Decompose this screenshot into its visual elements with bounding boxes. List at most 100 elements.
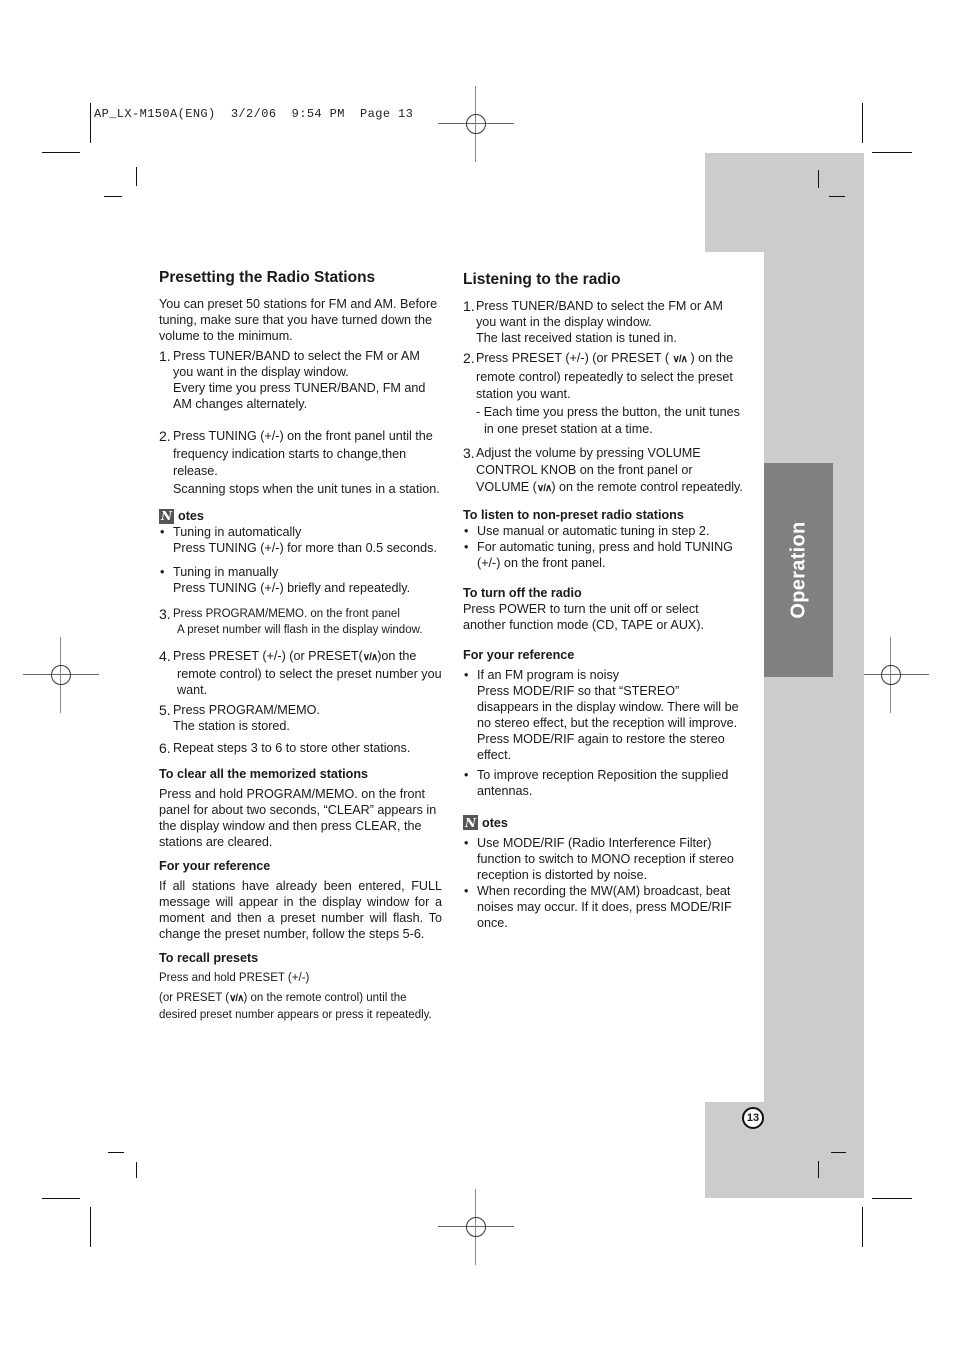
section-title: Listening to the radio bbox=[463, 271, 621, 288]
bullet-icon: • bbox=[160, 525, 165, 539]
step-subtext: The last received station is tuned in. bbox=[476, 331, 677, 345]
crop-mark bbox=[42, 152, 80, 153]
step-number: 1. bbox=[159, 348, 171, 364]
step-5: 5. Press PROGRAM/MEMO. The station is st… bbox=[159, 702, 442, 734]
reference-title: If an FM program is noisy bbox=[477, 667, 620, 682]
section-tab-label: Operation bbox=[787, 521, 809, 619]
crop-mark bbox=[831, 1152, 846, 1153]
notes-heading: N otes bbox=[159, 508, 442, 524]
step-text: Repeat steps 3 to 6 to store other stati… bbox=[173, 741, 411, 755]
list-item: • Use manual or automatic tuning in step… bbox=[463, 523, 743, 539]
step-number: 2. bbox=[463, 350, 475, 366]
preset-down-up-icon: ∨/∧ bbox=[672, 354, 688, 365]
step-number: 6. bbox=[159, 740, 171, 756]
crop-mark bbox=[862, 103, 863, 143]
crop-mark bbox=[42, 1198, 80, 1199]
step-text: Press PROGRAM/MEMO. bbox=[173, 703, 320, 717]
step-text: Press TUNER/BAND to select the FM or AM … bbox=[173, 349, 420, 379]
bullet-icon: • bbox=[464, 667, 469, 682]
right-column: Listening to the radio 1. Press TUNER/BA… bbox=[463, 270, 743, 931]
step-1: 1. Press TUNER/BAND to select the FM or … bbox=[159, 348, 442, 412]
step-subtext: Every time you press TUNER/BAND, FM and … bbox=[173, 381, 426, 411]
crop-mark bbox=[90, 103, 91, 143]
notes-label: otes bbox=[178, 509, 204, 523]
reference-item: • If an FM program is noisy Press MODE/R… bbox=[463, 667, 743, 763]
bullet-icon: • bbox=[464, 523, 469, 538]
note-text: Press TUNING (+/-) briefly and repeatedl… bbox=[173, 581, 411, 595]
note-text: When recording the MW(AM) broadcast, bea… bbox=[477, 883, 732, 930]
crop-mark bbox=[108, 1152, 124, 1153]
crop-mark bbox=[136, 167, 137, 186]
note-title: Tuning in automatically bbox=[173, 525, 302, 539]
notes-label: otes bbox=[482, 815, 508, 830]
section-title: Presetting the Radio Stations bbox=[159, 269, 376, 286]
step-text: ) on the remote control repeatedly. bbox=[551, 479, 743, 494]
reference-text: To improve reception Reposition the supp… bbox=[477, 767, 729, 798]
crop-mark bbox=[136, 1162, 137, 1178]
side-band bbox=[705, 1102, 864, 1198]
step-number: 4. bbox=[159, 648, 171, 664]
list-item-text: Use manual or automatic tuning in step 2… bbox=[477, 523, 710, 538]
note-item: • Use MODE/RIF (Radio Interference Filte… bbox=[463, 835, 743, 883]
crop-mark bbox=[818, 1161, 819, 1178]
crop-mark bbox=[872, 152, 912, 153]
step-2: 2. Press TUNING (+/-) on the front panel… bbox=[159, 428, 442, 498]
recall-text: Press and hold PRESET (+/-) bbox=[159, 972, 310, 984]
registration-mark bbox=[438, 1189, 514, 1265]
step-subtext: A preset number will flash in the displa… bbox=[177, 624, 423, 636]
bullet-icon: • bbox=[464, 883, 469, 898]
reference-item: • To improve reception Reposition the su… bbox=[463, 767, 743, 799]
step-1: 1. Press TUNER/BAND to select the FM or … bbox=[463, 298, 743, 346]
crop-mark bbox=[862, 1207, 863, 1247]
registration-mark bbox=[23, 637, 99, 713]
non-preset-heading: To listen to non-preset radio stations bbox=[463, 507, 684, 522]
clear-text: Press and hold PROGRAM/MEMO. on the fron… bbox=[159, 787, 437, 849]
note-item: • Tuning in automatically Press TUNING (… bbox=[159, 524, 442, 556]
step-subtext: The station is stored. bbox=[173, 719, 290, 733]
bullet-icon: • bbox=[160, 565, 165, 579]
notes-heading: N otes bbox=[463, 815, 743, 831]
note-item: • When recording the MW(AM) broadcast, b… bbox=[463, 883, 743, 931]
registration-mark bbox=[438, 86, 514, 162]
recall-text: (or PRESET ( bbox=[159, 992, 230, 1004]
note-title: Tuning in manually bbox=[173, 565, 279, 579]
preset-down-up-icon: ∨/∧ bbox=[229, 993, 244, 1004]
turn-off-text: Press POWER to turn the unit off or sele… bbox=[463, 601, 705, 632]
step-2: 2. Press PRESET (+/-) (or PRESET ( ∨/∧ )… bbox=[463, 350, 743, 439]
note-text: Use MODE/RIF (Radio Interference Filter)… bbox=[477, 835, 734, 882]
step-text: Press PRESET (+/-) (or PRESET ( bbox=[476, 351, 673, 365]
step-text: Press PRESET (+/-) (or PRESET( bbox=[173, 649, 363, 663]
crop-mark bbox=[104, 196, 122, 197]
crop-mark bbox=[872, 1198, 912, 1199]
bullet-icon: • bbox=[464, 767, 469, 782]
step-number: 1. bbox=[463, 298, 475, 314]
step-text: Press TUNING (+/-) on the front panel un… bbox=[173, 429, 433, 478]
step-number: 3. bbox=[159, 606, 171, 622]
crop-mark bbox=[818, 170, 819, 188]
clear-heading: To clear all the memorized stations bbox=[159, 767, 369, 781]
step-number: 2. bbox=[159, 428, 171, 444]
step-3: 3. Press PROGRAM/MEMO. on the front pane… bbox=[159, 606, 442, 638]
list-item-text: For automatic tuning, press and hold TUN… bbox=[477, 539, 733, 570]
print-slug: AP_LX-M150A(ENG) 3/2/06 9:54 PM Page 13 bbox=[94, 107, 414, 121]
intro-text: You can preset 50 stations for FM and AM… bbox=[159, 297, 438, 343]
step-6: 6. Repeat steps 3 to 6 to store other st… bbox=[159, 740, 442, 756]
crop-mark bbox=[90, 1207, 91, 1247]
step-3: 3. Adjust the volume by pressing VOLUME … bbox=[463, 445, 743, 497]
step-number: 3. bbox=[463, 444, 475, 461]
crop-mark bbox=[829, 196, 845, 197]
page-number: 13 bbox=[742, 1107, 764, 1129]
preset-down-up-icon: ∨/∧ bbox=[362, 652, 378, 663]
turn-off-heading: To turn off the radio bbox=[463, 585, 582, 600]
step-text: Press TUNER/BAND to select the FM or AM … bbox=[476, 299, 723, 329]
note-text: Press TUNING (+/-) for more than 0.5 sec… bbox=[173, 541, 437, 555]
notes-icon: N bbox=[463, 815, 478, 830]
left-column: Presetting the Radio Stations You can pr… bbox=[159, 268, 442, 1023]
reference-heading: For your reference bbox=[463, 647, 575, 662]
reference-text: Press MODE/RIF so that “STEREO” disappea… bbox=[477, 683, 739, 762]
step-subtext: Scanning stops when the unit tunes in a … bbox=[173, 481, 440, 496]
step-subtext: - Each time you press the button, the un… bbox=[476, 404, 740, 437]
section-tab-operation: Operation bbox=[764, 463, 833, 677]
step-number: 5. bbox=[159, 702, 171, 718]
reference-heading: For your reference bbox=[159, 859, 271, 873]
